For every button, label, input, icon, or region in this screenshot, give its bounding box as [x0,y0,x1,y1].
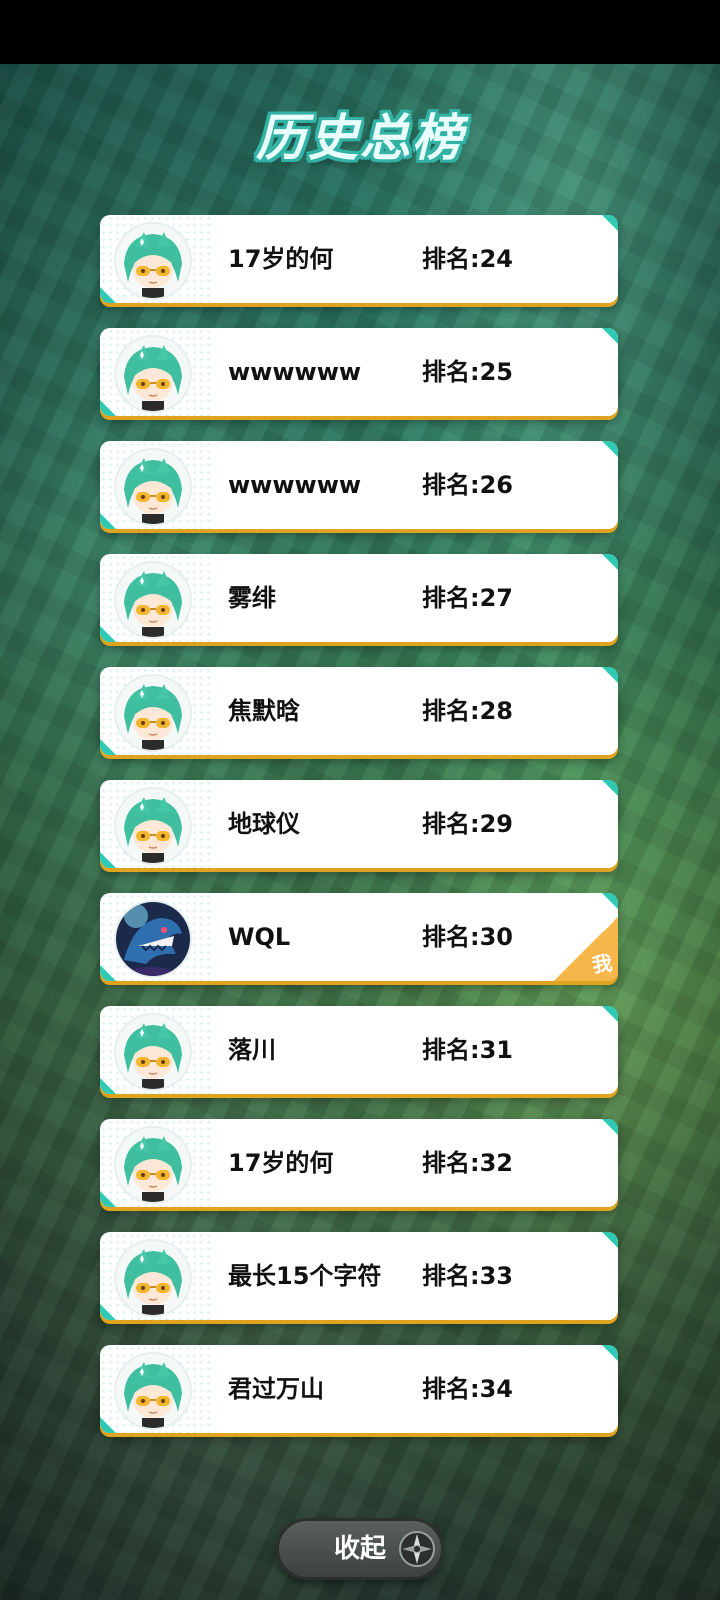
rank-label: 排名:24 [422,245,513,273]
status-bar [0,0,720,64]
player-name: 焦默晗 [228,697,300,725]
rank-label: 排名:31 [422,1036,513,1064]
corner-accent [602,328,618,344]
avatar[interactable] [114,448,192,526]
player-name: 17岁的何 [228,1149,334,1177]
rank-label: 排名:27 [422,584,513,612]
avatar[interactable] [114,561,192,639]
corner-accent [100,400,116,416]
corner-accent [602,1119,618,1135]
leaderboard-row[interactable]: wwwwww 排名:25 [100,328,618,416]
avatar[interactable] [114,674,192,752]
avatar[interactable] [114,1126,192,1204]
leaderboard-row[interactable]: 雾绯 排名:27 [100,554,618,642]
corner-accent [602,667,618,683]
corner-accent [602,780,618,796]
rank-label: 排名:32 [422,1149,513,1177]
player-name: 君过万山 [228,1375,324,1403]
rank-label: 排名:29 [422,810,513,838]
player-name: 地球仪 [228,810,300,838]
leaderboard-row[interactable]: wwwwww 排名:26 [100,441,618,529]
corner-accent [602,1345,618,1361]
corner-accent [100,852,116,868]
avatar[interactable] [114,1352,192,1430]
leaderboard-row[interactable]: 地球仪 排名:29 [100,780,618,868]
avatar[interactable] [114,787,192,865]
corner-accent [100,965,116,981]
player-name: wwwwww [228,471,362,499]
compass-icon [399,1531,435,1567]
leaderboard-list[interactable]: 17岁的何 排名:24 wwwwww 排名:25 wwwwww 排名:26 雾绯 排名:27 焦… [100,215,618,1458]
player-name: 最长15个字符 [228,1262,382,1290]
leaderboard-row[interactable]: 落川 排名:31 [100,1006,618,1094]
me-badge-label: 我 [590,950,614,978]
avatar[interactable] [114,900,192,978]
corner-accent [602,554,618,570]
corner-accent [602,1006,618,1022]
player-name: wwwwww [228,358,362,386]
rank-label: 排名:34 [422,1375,513,1403]
leaderboard-row[interactable]: 17岁的何 排名:24 [100,215,618,303]
corner-accent [100,739,116,755]
corner-accent [100,513,116,529]
avatar[interactable] [114,1013,192,1091]
avatar[interactable] [114,335,192,413]
page-title: 历史总榜 [256,109,464,167]
rank-label: 排名:26 [422,471,513,499]
corner-accent [100,1078,116,1094]
corner-accent [100,1191,116,1207]
leaderboard-row[interactable]: 焦默晗 排名:28 [100,667,618,755]
collapse-button[interactable]: 收起 [276,1518,444,1580]
corner-accent [100,626,116,642]
corner-accent [100,1417,116,1433]
avatar[interactable] [114,222,192,300]
corner-accent [602,441,618,457]
leaderboard-row[interactable]: WQL 排名:30 我 [100,893,618,981]
rank-label: 排名:25 [422,358,513,386]
me-badge: 我 [554,917,618,981]
player-name: 雾绯 [228,584,276,612]
corner-accent [100,287,116,303]
corner-accent [602,1232,618,1248]
rank-label: 排名:28 [422,697,513,725]
leaderboard-row[interactable]: 君过万山 排名:34 [100,1345,618,1433]
corner-accent [602,215,618,231]
leaderboard-row[interactable]: 17岁的何 排名:32 [100,1119,618,1207]
player-name: 落川 [228,1036,276,1064]
avatar[interactable] [114,1239,192,1317]
corner-accent [602,893,618,909]
leaderboard-row[interactable]: 最长15个字符 排名:33 [100,1232,618,1320]
corner-accent [100,1304,116,1320]
player-name: WQL [228,923,291,951]
rank-label: 排名:30 [422,923,513,951]
rank-label: 排名:33 [422,1262,513,1290]
player-name: 17岁的何 [228,245,334,273]
